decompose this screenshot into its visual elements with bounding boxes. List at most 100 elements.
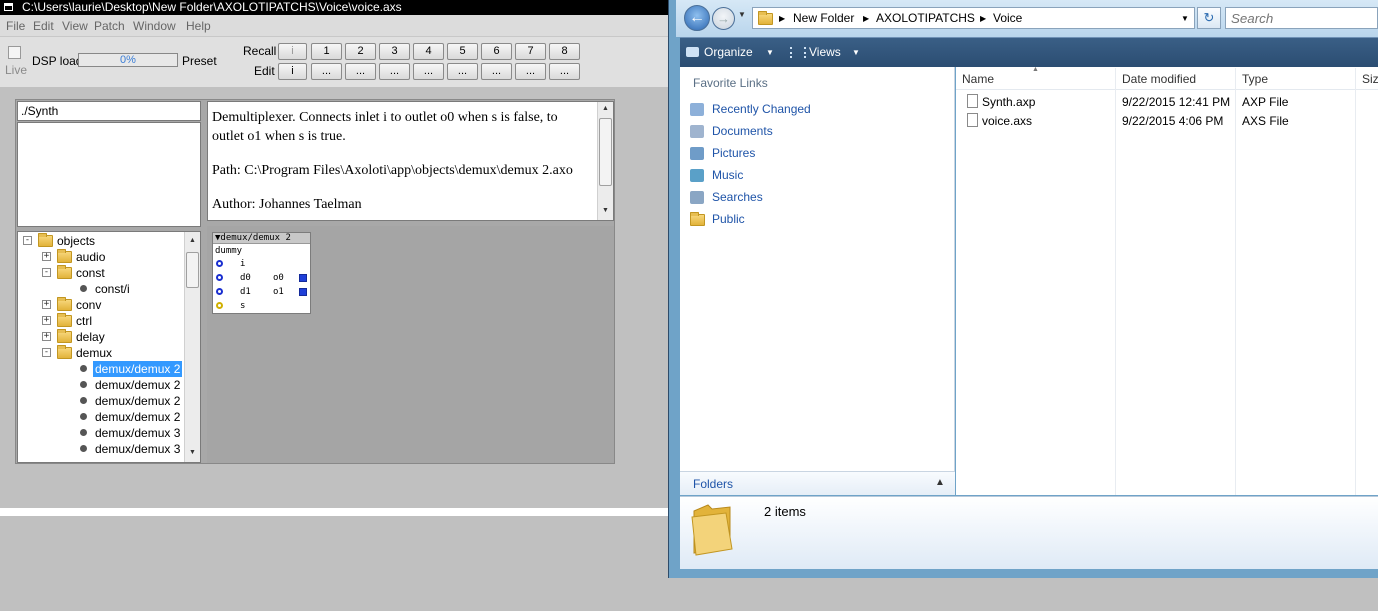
address-dropdown-icon[interactable]: ▼ [1181, 14, 1189, 23]
recall-button-7[interactable]: 7 [515, 43, 546, 60]
live-checkbox[interactable] [8, 46, 21, 59]
recall-button-2[interactable]: 2 [345, 43, 376, 60]
object-header: ▼demux/demux 2 [213, 233, 310, 244]
scroll-up-arrow-icon[interactable]: ▲ [185, 236, 200, 246]
menu-patch[interactable]: Patch [94, 19, 125, 33]
scroll-up-arrow-icon[interactable]: ▲ [598, 104, 613, 114]
tree-item-delay[interactable]: delay [76, 329, 105, 345]
object-author: Author: Johannes Taelman [212, 197, 362, 212]
recall-button-i[interactable]: i [278, 43, 307, 60]
views-dropdown-icon[interactable]: ▼ [852, 48, 860, 57]
expand-icon[interactable]: + [42, 300, 51, 309]
edit-button-2[interactable]: ... [345, 63, 376, 80]
tree-item-demux[interactable]: demux [76, 345, 112, 361]
scroll-down-arrow-icon[interactable]: ▼ [185, 448, 200, 458]
breadcrumb-voice[interactable]: Voice [993, 11, 1022, 25]
tree-item-demux-2-selected[interactable]: demux/demux 2 [93, 361, 183, 377]
inlet-icon[interactable] [216, 288, 223, 295]
tree-item-ctrl[interactable]: ctrl [76, 313, 92, 329]
recall-button-3[interactable]: 3 [379, 43, 410, 60]
expand-icon[interactable]: + [42, 252, 51, 261]
column-name[interactable]: Name [962, 72, 994, 86]
recall-button-5[interactable]: 5 [447, 43, 478, 60]
column-type[interactable]: Type [1242, 72, 1268, 86]
edit-button-6[interactable]: ... [481, 63, 512, 80]
tree-item-demux-2[interactable]: demux/demux 2 [95, 409, 180, 425]
recall-button-4[interactable]: 4 [413, 43, 444, 60]
menu-window[interactable]: Window [133, 19, 176, 33]
nav-recently-changed[interactable]: Recently Changed [712, 100, 811, 118]
menu-edit[interactable]: Edit [33, 19, 54, 33]
outlet-icon[interactable] [299, 274, 307, 282]
menu-file[interactable]: File [6, 19, 25, 33]
column-separator[interactable] [1235, 68, 1236, 495]
tree-item-demux-2[interactable]: demux/demux 2 [95, 393, 180, 409]
search-results-list[interactable] [17, 122, 201, 227]
file-name[interactable]: Synth.axp [982, 95, 1035, 109]
nav-searches[interactable]: Searches [712, 188, 763, 206]
edit-button-7[interactable]: ... [515, 63, 546, 80]
outlet-icon[interactable] [299, 288, 307, 296]
edit-button-5[interactable]: ... [447, 63, 478, 80]
collapse-icon[interactable]: - [23, 236, 32, 245]
folders-bar[interactable]: Folders ▲ [680, 471, 955, 495]
edit-button-8[interactable]: ... [549, 63, 580, 80]
edit-button-i[interactable]: i [278, 63, 307, 80]
scrollbar-thumb[interactable] [186, 252, 199, 288]
recall-button-8[interactable]: 8 [549, 43, 580, 60]
column-date-modified[interactable]: Date modified [1122, 72, 1196, 86]
breadcrumb-axolotipatchs[interactable]: AXOLOTIPATCHS [876, 11, 975, 25]
inlet-icon[interactable] [216, 274, 223, 281]
back-arrow-icon[interactable]: ← [684, 5, 710, 31]
recall-button-1[interactable]: 1 [311, 43, 342, 60]
tree-item-const[interactable]: const [76, 265, 105, 281]
breadcrumb-new-folder[interactable]: New Folder [793, 11, 854, 25]
menu-view[interactable]: View [62, 19, 88, 33]
column-size[interactable]: Size [1362, 72, 1378, 86]
file-name[interactable]: voice.axs [982, 114, 1032, 128]
tree-item-objects[interactable]: objects [57, 233, 95, 249]
expand-icon[interactable]: + [42, 332, 51, 341]
inlet-icon[interactable] [216, 260, 223, 267]
edit-button-4[interactable]: ... [413, 63, 444, 80]
history-dropdown-icon[interactable]: ▼ [738, 10, 746, 19]
tree-scrollbar[interactable]: ▲ ▼ [184, 232, 200, 462]
nav-documents[interactable]: Documents [712, 122, 773, 140]
address-bar[interactable]: ▶ New Folder ▶ AXOLOTIPATCHS ▶ Voice ▼ [752, 7, 1195, 29]
tree-item-demux-2[interactable]: demux/demux 2 [95, 377, 180, 393]
views-button[interactable]: Views [809, 45, 841, 59]
nav-public[interactable]: Public [712, 210, 745, 228]
object-preview[interactable]: ▼demux/demux 2 dummy i d0 o0 d1 o1 s [212, 232, 311, 314]
edit-button-3[interactable]: ... [379, 63, 410, 80]
tree-item-demux-3[interactable]: demux/demux 3 [95, 425, 180, 441]
forward-arrow-icon[interactable]: → [712, 7, 735, 30]
breadcrumb-separator-icon[interactable]: ▶ [779, 14, 785, 23]
tree-item-audio[interactable]: audio [76, 249, 105, 265]
chevron-up-icon[interactable]: ▲ [935, 477, 945, 488]
column-separator[interactable] [1355, 68, 1356, 495]
window-menu-icon[interactable] [4, 3, 13, 11]
collapse-icon[interactable]: - [42, 268, 51, 277]
recall-button-6[interactable]: 6 [481, 43, 512, 60]
expand-icon[interactable]: + [42, 316, 51, 325]
breadcrumb-separator-icon[interactable]: ▶ [863, 14, 869, 23]
explorer-search-input[interactable] [1225, 7, 1378, 29]
nav-music[interactable]: Music [712, 166, 743, 184]
object-search-input[interactable] [17, 101, 201, 121]
description-scrollbar[interactable]: ▲ ▼ [597, 102, 613, 220]
nav-pictures[interactable]: Pictures [712, 144, 755, 162]
inlet-icon[interactable] [216, 302, 223, 309]
scrollbar-thumb[interactable] [599, 118, 612, 186]
edit-button-1[interactable]: ... [311, 63, 342, 80]
tree-item-const-i[interactable]: const/i [95, 281, 130, 297]
refresh-icon[interactable]: ↻ [1197, 7, 1221, 29]
breadcrumb-separator-icon[interactable]: ▶ [980, 14, 986, 23]
organize-button[interactable]: Organize [704, 45, 753, 59]
collapse-icon[interactable]: - [42, 348, 51, 357]
menu-help[interactable]: Help [186, 19, 211, 33]
tree-item-conv[interactable]: conv [76, 297, 101, 313]
scroll-down-arrow-icon[interactable]: ▼ [598, 206, 613, 216]
column-separator[interactable] [1115, 68, 1116, 495]
organize-dropdown-icon[interactable]: ▼ [766, 48, 774, 57]
tree-item-demux-3[interactable]: demux/demux 3 [95, 441, 180, 457]
